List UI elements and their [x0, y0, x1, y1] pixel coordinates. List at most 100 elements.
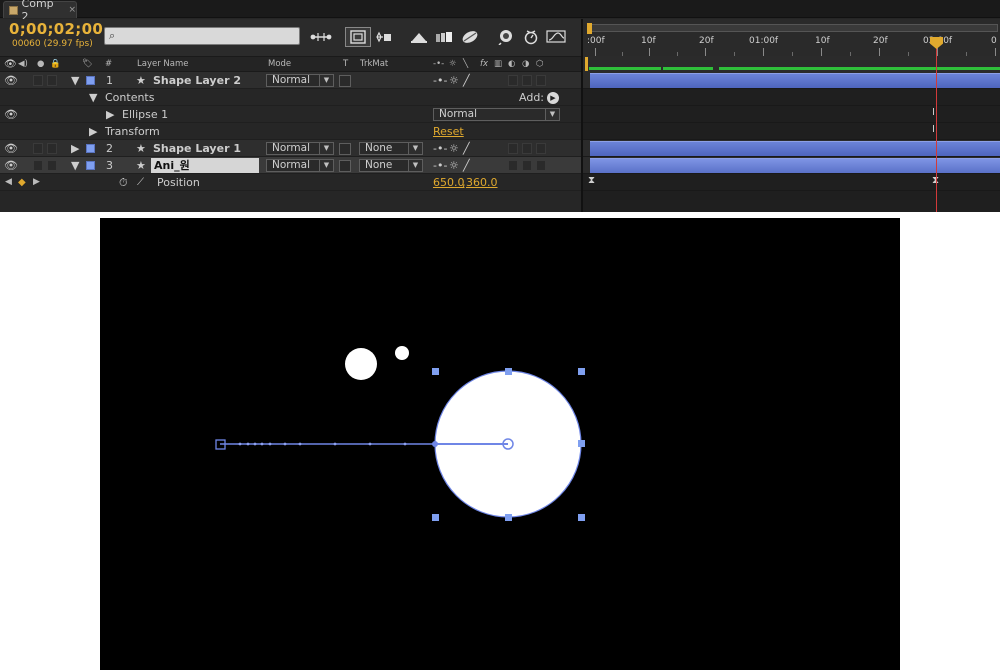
frame-blending-icon[interactable]: [406, 27, 432, 47]
motion-blur-switch[interactable]: [508, 160, 518, 171]
tiny-circle-shape[interactable]: [395, 346, 409, 360]
label-color-swatch[interactable]: [86, 76, 95, 85]
current-time-display[interactable]: 0;00;02;00: [9, 20, 103, 38]
collapsed-triangle-icon[interactable]: ▶: [106, 107, 114, 122]
mode-dropdown[interactable]: Normal ▼: [266, 159, 334, 172]
collapse-switch-icon[interactable]: ☼: [449, 158, 459, 173]
collapsed-triangle-icon[interactable]: ▶: [71, 141, 79, 156]
graph-icon[interactable]: ⟋: [137, 175, 144, 190]
lock-switch[interactable]: [47, 160, 57, 171]
auto-keyframe-icon[interactable]: [492, 27, 518, 47]
mode-dropdown[interactable]: Normal ▼: [266, 142, 334, 155]
expand-triangle-icon[interactable]: ▼: [71, 73, 79, 88]
motion-blur-switch[interactable]: [508, 75, 518, 86]
property-row-transform[interactable]: ▶ Transform Reset: [0, 123, 581, 140]
layer-duration-bar[interactable]: [590, 158, 1000, 173]
eye-icon[interactable]: 👁: [4, 107, 18, 122]
preserve-transparency-toggle[interactable]: [339, 143, 351, 155]
lock-switch[interactable]: [47, 143, 57, 154]
label-color-swatch[interactable]: [86, 144, 95, 153]
quality-switch-icon[interactable]: ╱: [463, 73, 470, 88]
3d-layer-header-icon[interactable]: ⬡: [536, 59, 543, 69]
collapse-switch-header-icon[interactable]: ☼: [449, 59, 457, 69]
expand-triangle-icon[interactable]: ▼: [89, 90, 97, 105]
navigator-start-handle[interactable]: [587, 23, 592, 34]
quality-switch-icon[interactable]: ╱: [463, 158, 470, 173]
stopwatch-icon[interactable]: [518, 27, 544, 47]
keyframe-marker-icon[interactable]: I: [932, 124, 935, 135]
adjustment-switch[interactable]: [522, 160, 532, 171]
shy-switch-icon[interactable]: -•-: [433, 73, 447, 88]
layer-search-field[interactable]: ⌕: [104, 27, 300, 45]
column-mode[interactable]: Mode: [268, 59, 291, 69]
work-area-start-handle[interactable]: [585, 57, 588, 71]
search-input[interactable]: [117, 30, 288, 42]
tab-comp-2[interactable]: Comp 2 ×: [3, 0, 77, 23]
collapse-switch-icon[interactable]: ☼: [449, 73, 459, 88]
position-y-value[interactable]: 360.0: [466, 175, 498, 190]
time-navigator[interactable]: [587, 23, 998, 34]
layer-duration-bar[interactable]: [590, 141, 1000, 156]
expand-triangle-icon[interactable]: ▼: [71, 158, 79, 173]
adjustment-header-icon[interactable]: ◑: [522, 59, 529, 69]
preserve-transparency-toggle[interactable]: [339, 75, 351, 87]
previous-keyframe-icon[interactable]: ◀: [5, 175, 12, 190]
property-row-position[interactable]: ◀ ◆ ▶ ⏱ ⟋ Position 650.0 , 360.0: [0, 174, 581, 191]
mini-flowchart-icon[interactable]: [308, 27, 334, 47]
3d-switch[interactable]: [536, 160, 546, 171]
shy-switch-icon[interactable]: -•-: [433, 141, 447, 156]
collapsed-triangle-icon[interactable]: ▶: [89, 124, 97, 139]
solo-switch[interactable]: [33, 75, 43, 86]
label-header-icon[interactable]: 🏷: [82, 59, 93, 69]
collapse-switch-icon[interactable]: ☼: [449, 141, 459, 156]
shy-layers-icon[interactable]: [371, 27, 397, 47]
frame-blend-header-icon[interactable]: ▥: [494, 59, 502, 69]
column-number[interactable]: #: [105, 59, 112, 69]
work-area-segment[interactable]: [589, 67, 661, 70]
solo-switch[interactable]: [33, 160, 43, 171]
eye-icon[interactable]: 👁: [4, 73, 18, 88]
property-row-ellipse-1[interactable]: 👁 ▶ Ellipse 1 Normal ▼: [0, 106, 581, 123]
column-t[interactable]: T: [343, 59, 348, 69]
layer-name[interactable]: Shape Layer 1: [153, 141, 241, 156]
layer-row-shape-layer-2[interactable]: 👁 ▼ 1 ★ Shape Layer 2 Normal ▼ -•- ☼ ╱: [0, 72, 581, 89]
add-keyframe-icon[interactable]: ◆: [18, 175, 26, 190]
label-color-swatch[interactable]: [86, 161, 95, 170]
property-row-contents[interactable]: ▼ Contents Add: ▶: [0, 89, 581, 106]
current-time-indicator-line[interactable]: [936, 45, 937, 212]
trkmat-dropdown[interactable]: None ▼: [359, 159, 423, 172]
keyframe-marker-icon[interactable]: I: [932, 107, 935, 118]
quality-switch-icon[interactable]: ╱: [463, 141, 470, 156]
layer-row-ani[interactable]: 👁 ▼ 3 ★ Ani_원 Normal ▼ None ▼ -•- ☼ ╱: [0, 157, 581, 174]
motion-blur-header-icon[interactable]: ◐: [508, 59, 515, 69]
position-x-value[interactable]: 650.0: [433, 175, 465, 190]
3d-switch[interactable]: [536, 143, 546, 154]
3d-switch[interactable]: [536, 75, 546, 86]
motion-blur-icon[interactable]: [432, 27, 458, 47]
solo-switch[interactable]: [33, 143, 43, 154]
eye-icon[interactable]: 👁: [4, 158, 18, 173]
audio-header-icon[interactable]: ◀): [18, 59, 28, 69]
layer-row-shape-layer-1[interactable]: 👁 ▶ 2 ★ Shape Layer 1 Normal ▼ None ▼ -•- …: [0, 140, 581, 157]
brainstorm-icon[interactable]: [457, 27, 483, 47]
adjustment-switch[interactable]: [522, 75, 532, 86]
blend-mode-dropdown[interactable]: Normal ▼: [433, 108, 560, 121]
work-area-segment[interactable]: [719, 67, 1000, 70]
shy-switch-header-icon[interactable]: -•-: [433, 59, 444, 69]
next-keyframe-icon[interactable]: ▶: [33, 175, 40, 190]
trkmat-dropdown[interactable]: None ▼: [359, 142, 423, 155]
stopwatch-icon[interactable]: ⏱: [119, 175, 128, 190]
keyframe-icon[interactable]: ⧗: [588, 175, 595, 186]
column-trkmat[interactable]: TrkMat: [360, 59, 388, 69]
column-layer-name[interactable]: Layer Name: [137, 59, 188, 69]
shy-switch-icon[interactable]: -•-: [433, 158, 447, 173]
graph-editor-icon[interactable]: [544, 27, 570, 47]
layer-name-edit-field[interactable]: Ani_원: [151, 158, 259, 173]
preserve-transparency-toggle[interactable]: [339, 160, 351, 172]
lock-header-icon[interactable]: 🔒: [50, 59, 61, 69]
eye-icon[interactable]: 👁: [4, 141, 18, 156]
work-area-bar[interactable]: [583, 56, 1000, 72]
adjustment-switch[interactable]: [522, 143, 532, 154]
layer-duration-bar[interactable]: [590, 73, 1000, 88]
reset-link[interactable]: Reset: [433, 124, 464, 139]
